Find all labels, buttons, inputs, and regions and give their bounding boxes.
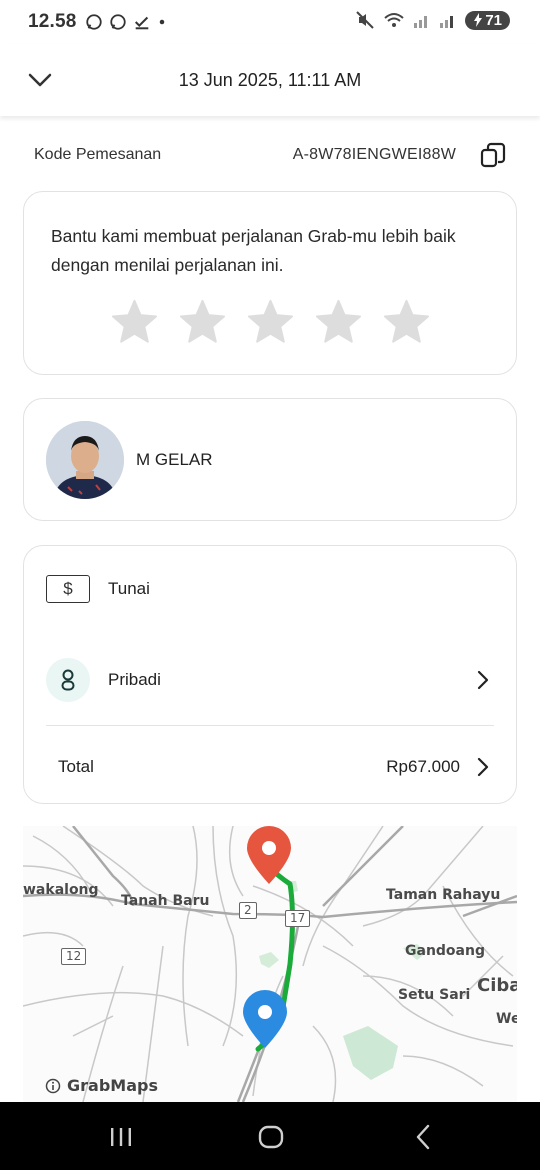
header: 13 Jun 2025, 11:11 AM xyxy=(0,44,540,116)
chevron-down-icon[interactable] xyxy=(26,66,54,94)
map-label: Ciba xyxy=(477,975,517,996)
road-number-badge: 17 xyxy=(285,910,311,927)
star-icon[interactable] xyxy=(178,298,227,347)
person-icon xyxy=(46,658,90,702)
back-icon[interactable] xyxy=(408,1122,438,1152)
map-credit-label: GrabMaps xyxy=(67,1076,158,1095)
system-status-icons: 71 xyxy=(355,10,510,30)
total-label: Total xyxy=(58,757,94,776)
page-title: 13 Jun 2025, 11:11 AM xyxy=(178,69,362,90)
origin-pin-icon xyxy=(243,990,287,1048)
chevron-right-icon[interactable] xyxy=(472,756,494,778)
booking-code-label: Kode Pemesanan xyxy=(34,146,162,163)
battery-level: 71 xyxy=(485,11,502,29)
signal-icon xyxy=(414,16,428,28)
map-canvas xyxy=(23,826,517,1102)
cash-icon: $ xyxy=(46,575,90,603)
recent-apps-icon[interactable] xyxy=(106,1122,136,1152)
payment-card: $ Tunai Pribadi Total Rp67.000 xyxy=(23,545,517,804)
info-icon xyxy=(45,1078,61,1093)
map-label: Gandoang xyxy=(405,943,485,959)
total-value: Rp67.000 xyxy=(386,757,460,776)
avatar xyxy=(46,421,124,499)
booking-code-value: A-8W78IENGWEI88W xyxy=(292,146,456,163)
map-label: wakalong xyxy=(23,882,99,898)
booking-code-row: Kode Pemesanan A-8W78IENGWEI88W xyxy=(34,140,510,170)
copy-icon[interactable] xyxy=(480,142,506,168)
system-nav-bar xyxy=(0,1102,540,1170)
payment-method-label: Tunai xyxy=(108,579,150,598)
download-done-icon xyxy=(134,16,148,30)
destination-pin-icon xyxy=(247,826,291,884)
status-bar: 12.58 71 xyxy=(0,0,540,44)
whatsapp-icon xyxy=(85,14,102,30)
route-map[interactable]: wakalong Tanah Baru Taman Rahayu Gandoan… xyxy=(23,826,517,1102)
map-credit[interactable]: GrabMaps xyxy=(45,1076,158,1095)
driver-name: M GELAR xyxy=(136,450,213,469)
cash-symbol: $ xyxy=(63,579,73,598)
road-number-badge: 2 xyxy=(239,902,257,919)
payment-method-row: $ Tunai xyxy=(46,566,494,612)
driver-card[interactable]: M GELAR xyxy=(23,398,517,521)
road-number-badge: 12 xyxy=(61,948,87,965)
notification-icons xyxy=(85,13,167,31)
map-label: Tanah Baru xyxy=(121,893,210,909)
profile-row[interactable]: Pribadi xyxy=(46,657,494,703)
star-icon[interactable] xyxy=(110,298,159,347)
rating-prompt: Bantu kami membuat perjalanan Grab-mu le… xyxy=(51,226,456,275)
map-label: Setu Sari xyxy=(398,987,471,1003)
driver-photo xyxy=(46,421,124,499)
divider xyxy=(46,725,494,726)
battery-indicator: 71 xyxy=(465,10,510,30)
chevron-right-icon[interactable] xyxy=(472,669,494,691)
star-icon[interactable] xyxy=(382,298,431,347)
charging-icon xyxy=(474,13,483,27)
map-label: Taman Rahayu xyxy=(386,887,501,903)
star-icon[interactable] xyxy=(314,298,363,347)
star-rating xyxy=(110,298,431,347)
profile-label: Pribadi xyxy=(108,670,161,689)
status-time: 12.58 xyxy=(28,11,77,32)
home-icon[interactable] xyxy=(256,1122,286,1152)
star-icon[interactable] xyxy=(246,298,295,347)
signal-icon xyxy=(440,16,454,28)
wifi-icon xyxy=(384,13,404,27)
rating-card: Bantu kami membuat perjalanan Grab-mu le… xyxy=(23,191,517,375)
mute-icon xyxy=(356,11,375,29)
dot-icon xyxy=(159,19,164,25)
total-row[interactable]: Total Rp67.000 xyxy=(58,744,494,790)
whatsapp-icon xyxy=(109,14,126,30)
map-label: We xyxy=(496,1011,517,1027)
